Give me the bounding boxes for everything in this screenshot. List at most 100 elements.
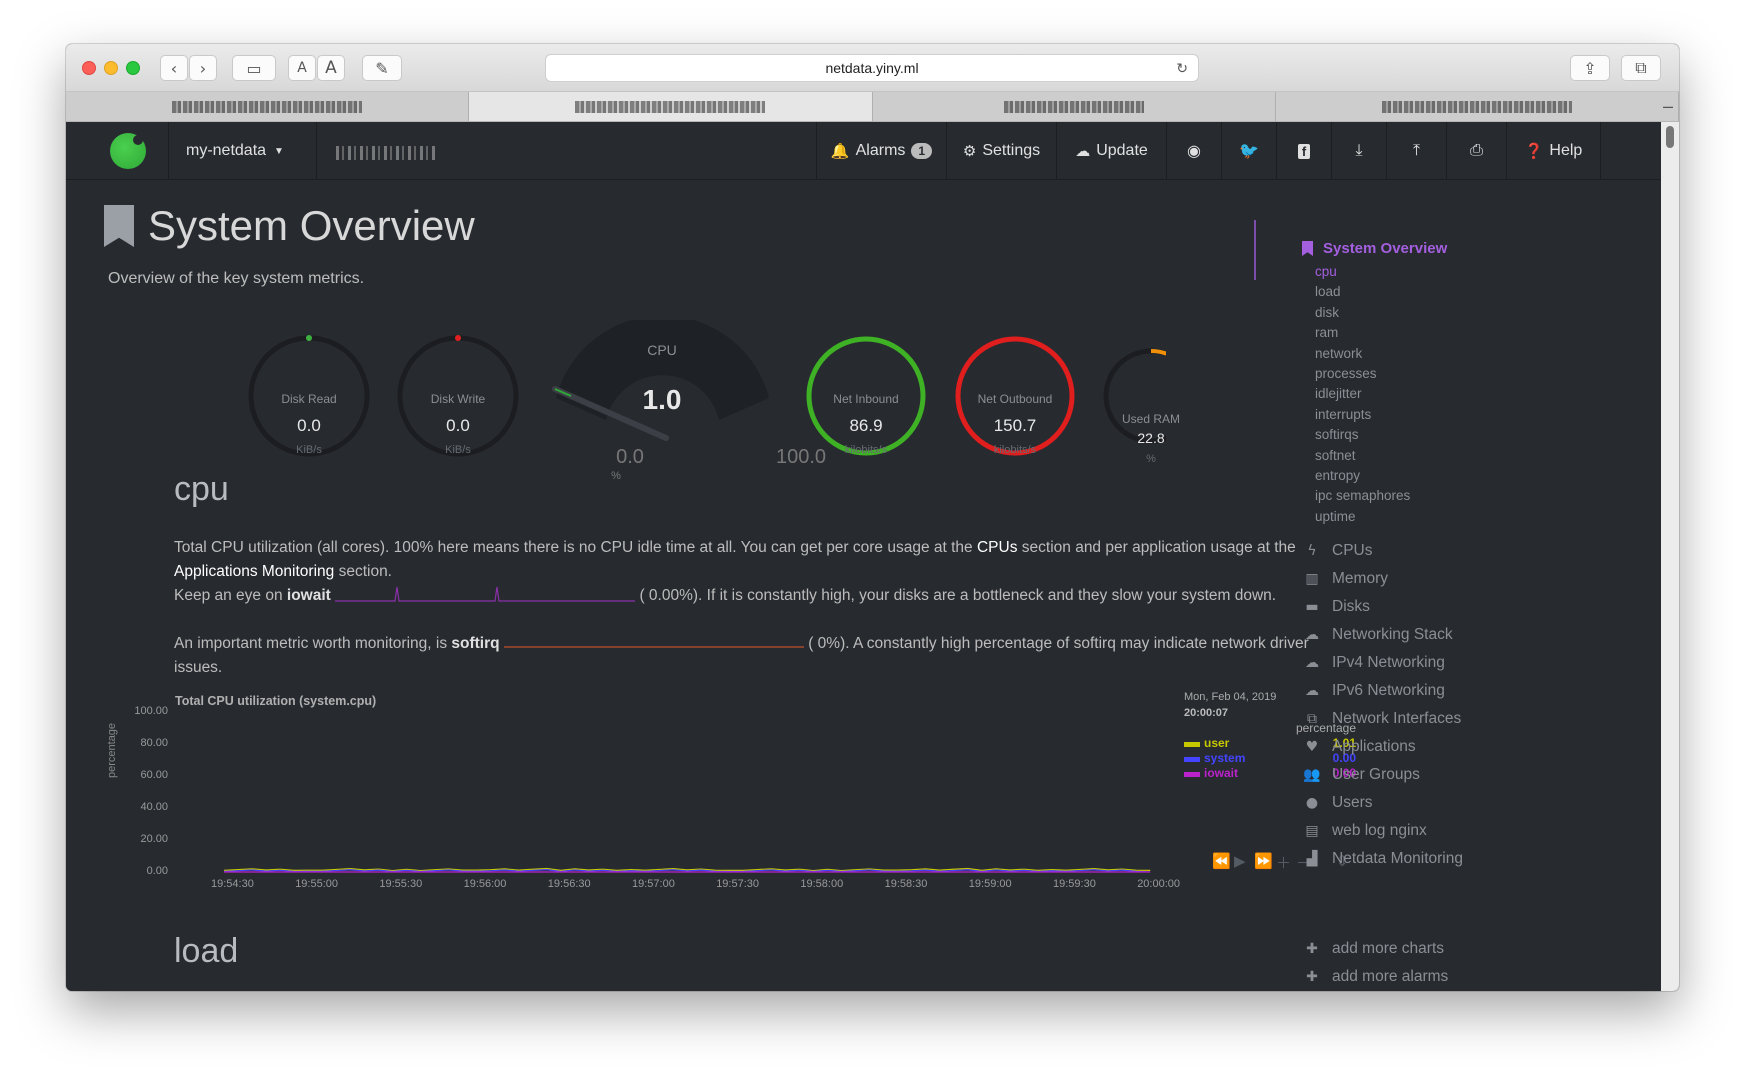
sidebar-item-applications[interactable]: ♥ Applications [1302,738,1416,756]
add-more-charts-link[interactable]: ✚ add more charts [1302,940,1444,958]
github-button[interactable]: ◉ [1166,122,1221,180]
sidebar-subitem-softirqs[interactable]: softirqs [1315,427,1359,442]
reload-icon[interactable]: ↻ [1176,60,1188,77]
sidebar-item-ipv4-networking[interactable]: ☁ IPv4 Networking [1302,654,1445,672]
back-icon[interactable]: ‹ [160,55,188,81]
sidebar-item-web-log-nginx[interactable]: ▤ web log nginx [1302,822,1427,840]
disk-write-unit: KiB/s [445,444,471,456]
cloud-icon: ☁ [1305,627,1319,643]
download-icon: ⤓ [1355,142,1363,159]
sidebar-item-users[interactable]: ● Users [1302,794,1373,812]
cpu-gauge-label: CPU [647,342,677,358]
share-icon[interactable]: ⇪ [1570,55,1610,81]
settings-button[interactable]: ⚙ Settings [946,122,1056,180]
chart-rewind-icon[interactable]: ⏪ [1212,852,1231,870]
netdata-logo[interactable] [110,133,146,169]
iowait-desc-text: Keep an eye on [174,587,287,604]
sidebar-subitem-disk[interactable]: disk [1315,305,1339,320]
sidebar-subitem-cpu[interactable]: cpu [1315,264,1337,279]
used-ram-value: 22.8 [1137,430,1165,446]
heartbeat-icon: ♥ [1305,739,1319,755]
scrollbar-thumb[interactable] [1666,126,1674,148]
sidebar-item-network-interfaces[interactable]: ⧉ Network Interfaces [1302,710,1461,728]
sidebar-item-system-overview[interactable]: System Overview [1302,240,1447,257]
sidebar-item-networking-stack[interactable]: ☁ Networking Stack [1302,626,1453,644]
forward-icon[interactable]: › [189,55,217,81]
sidebar-subitem-network[interactable]: network [1315,346,1362,361]
settings-label: Settings [982,142,1041,159]
browser-tab[interactable] [66,92,470,121]
sidebar-subitem-entropy[interactable]: entropy [1315,468,1360,483]
softirq-sparkline [503,646,804,648]
sidebar-item-label: Networking Stack [1332,626,1453,643]
alarms-label: Alarms [855,142,906,159]
sidebar-subitem-interrupts[interactable]: interrupts [1315,407,1371,422]
reader-edit-icon[interactable]: ✎ [362,55,402,81]
sidebar-subitem-ram[interactable]: ram [1315,325,1338,340]
browser-tab-active[interactable] [469,92,873,121]
sidebar-item-label: CPUs [1332,542,1373,559]
cloud-download-icon: ☁ [1075,143,1091,160]
new-tab-icon[interactable]: – [1663,96,1673,117]
sidebar-item-label: IPv4 Networking [1332,654,1445,671]
server-dropdown[interactable]: my-netdata ▼ [186,122,284,180]
cpu-chart-plot[interactable] [176,710,1216,890]
twitter-button[interactable]: 🐦 [1221,122,1276,180]
y-tick-label: 40.00 [140,801,168,813]
chart-zoom-in-icon[interactable]: ＋ [1276,852,1291,873]
sidebar-item-label: Applications [1332,738,1416,755]
sidebar-item-netdata-monitoring[interactable]: ▟ Netdata Monitoring [1302,850,1463,868]
applications-monitoring-link[interactable]: Applications Monitoring [174,563,334,580]
y-tick-label: 20.00 [140,833,168,845]
browser-tab[interactable] [873,92,1276,121]
chart-play-icon[interactable]: ▶ [1234,852,1246,870]
tabs-overview-icon[interactable]: ⧉ [1621,55,1661,81]
sidebar-subitem-softnet[interactable]: softnet [1315,448,1356,463]
upload-button[interactable]: ⤒ [1386,122,1446,180]
text-smaller-icon[interactable]: A [288,55,316,81]
help-button[interactable]: ❓ Help [1506,122,1601,180]
sidebar-toggle-icon[interactable]: ▭ [232,55,276,81]
facebook-button[interactable]: f [1276,122,1331,180]
sidebar-item-user-groups[interactable]: 👥 User Groups [1302,766,1420,784]
alarms-button[interactable]: 🔔 Alarms 1 [816,122,946,180]
zoom-window-button[interactable] [126,61,140,75]
sidebar-subitem-uptime[interactable]: uptime [1315,509,1356,524]
net-inbound-value: 86.9 [849,416,883,435]
print-button[interactable]: ⎙ [1446,122,1506,180]
page-scrollbar[interactable] [1661,122,1679,991]
sidebar-subitem-load[interactable]: load [1315,284,1341,299]
sidebar-item-ipv6-networking[interactable]: ☁ IPv6 Networking [1302,682,1445,700]
update-label: Update [1096,142,1148,159]
users-icon: 👥 [1303,767,1321,783]
chart-forward-icon[interactable]: ⏩ [1254,852,1273,870]
iowait-sparkline [335,586,636,602]
sidebar-item-label: web log nginx [1332,822,1427,839]
facebook-icon: f [1297,143,1311,159]
sidebar-item-cpus[interactable]: ϟ CPUs [1302,542,1372,560]
add-more-alarms-link[interactable]: ✚ add more alarms [1302,968,1448,986]
redacted-server-list [336,146,436,160]
url-text: netdata.yiny.ml [825,60,919,76]
sidebar-subitem-ipc-semaphores[interactable]: ipc semaphores [1315,488,1410,503]
sidebar-item-disks[interactable]: ▬ Disks [1302,598,1370,616]
bolt-icon: ϟ [1307,543,1317,559]
plus-icon: ✚ [1306,969,1318,985]
cpu-gauge-value: 1.0 [642,384,682,415]
browser-tab[interactable] [1276,92,1679,121]
sidebar-item-label: Disks [1332,598,1370,615]
page-subtitle: Overview of the key system metrics. [108,270,365,287]
close-window-button[interactable] [82,61,96,75]
sidebar-subitem-idlejitter[interactable]: idlejitter [1315,386,1362,401]
user-icon: ● [1305,795,1319,811]
sidebar-subitem-processes[interactable]: processes [1315,366,1377,381]
disk-read-indicator [306,335,312,341]
download-button[interactable]: ⤓ [1331,122,1386,180]
update-button[interactable]: ☁ Update [1056,122,1166,180]
cpus-link[interactable]: CPUs [977,539,1017,556]
sidebar-item-memory[interactable]: ▥ Memory [1302,570,1388,588]
text-larger-icon[interactable]: A [317,55,345,81]
minimize-window-button[interactable] [104,61,118,75]
address-bar[interactable]: netdata.yiny.ml ↻ [545,54,1199,82]
iowait-description: Keep an eye on iowait ( 0.00%). If it is… [174,584,1344,608]
